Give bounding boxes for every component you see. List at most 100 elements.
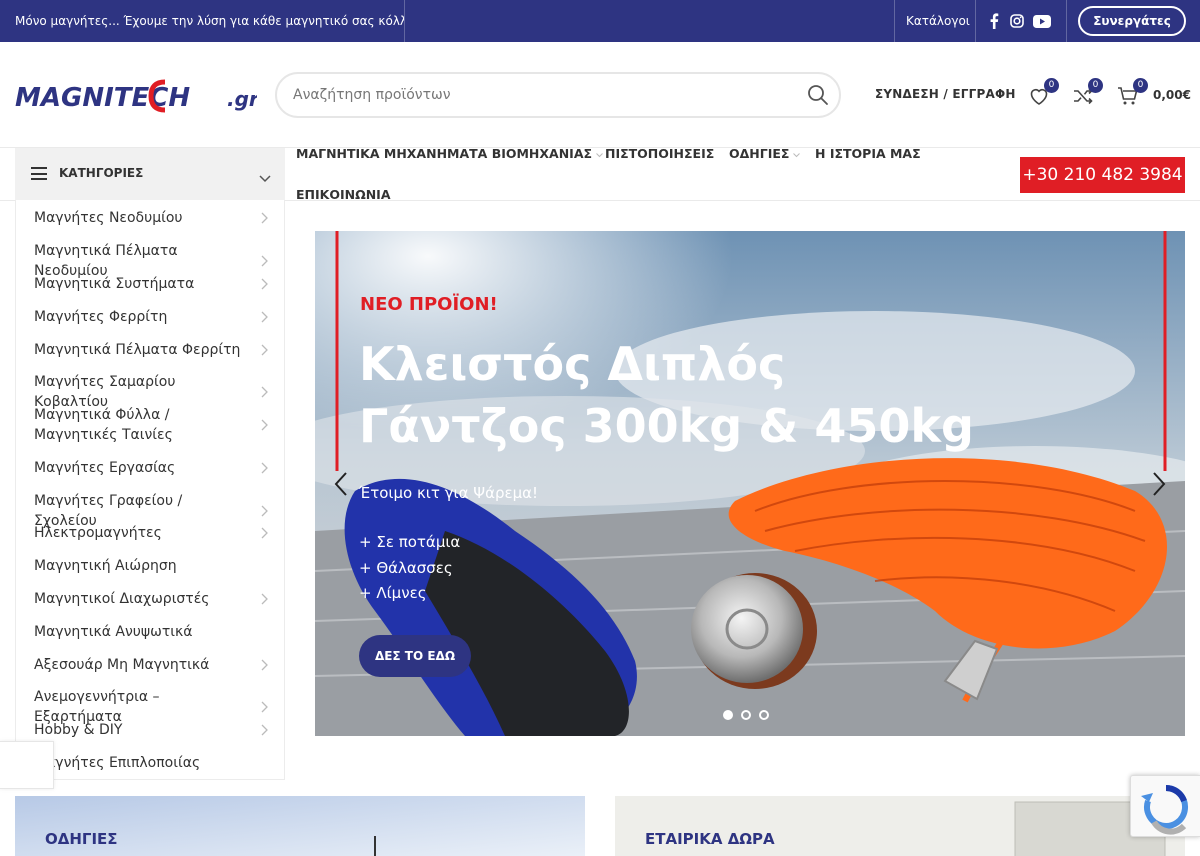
category-label: Hobby & DIY: [34, 722, 123, 738]
recaptcha-icon: [1141, 785, 1188, 835]
category-label: Μαγνήτες Εργασίας: [34, 460, 176, 476]
category-label: Αξεσουάρ Μη Μαγνητικά: [34, 657, 210, 673]
menu-icon: [31, 167, 47, 180]
nav-item-contact[interactable]: ΕΠΙΚΟΙΝΩΝΙΑ: [296, 187, 391, 202]
promo-text: Μόνο μαγνήτες... Έχουμε την λύση για κάθ…: [0, 0, 405, 42]
chevron-left-icon[interactable]: [333, 471, 349, 497]
categories-title: ΚΑΤΗΓΟΡΙΕΣ: [59, 166, 144, 180]
chevron-right-icon: [261, 419, 268, 431]
hero-subtitle: Έτοιμο κιτ για Ψάρεμα!: [359, 484, 539, 502]
category-item[interactable]: Μαγνητικά Ανυψωτικά: [16, 622, 284, 642]
slider-dot[interactable]: [723, 710, 733, 720]
category-item[interactable]: Μαγνητική Αιώρηση: [16, 556, 284, 576]
category-item[interactable]: Ηλεκτρομαγνήτες: [16, 523, 284, 543]
category-label: Μαγνητικά Συστήματα: [34, 276, 195, 292]
wishlist-button[interactable]: 0: [1027, 78, 1059, 108]
login-register-link[interactable]: ΣΥΝΔΕΣΗ / ΕΓΓΡΑΦΗ: [875, 87, 1016, 101]
nav-label: ΜΑΓΝΗΤΙΚΑ ΜΗΧΑΝΗΜΑΤΑ ΒΙΟΜΗΧΑΝΙΑΣ: [296, 146, 593, 161]
category-label: Μαγνήτες Φερρίτη: [34, 309, 168, 325]
category-label: Μαγνητικά Φύλλα / Μαγνητικές Ταινίες: [34, 407, 173, 443]
side-widget[interactable]: [0, 741, 54, 789]
nav-item-machines[interactable]: ΜΑΓΝΗΤΙΚΑ ΜΗΧΑΝΗΜΑΤΑ ΒΙΟΜΗΧΑΝΙΑΣ: [296, 146, 603, 161]
nav-item-certifications[interactable]: ΠΙΣΤΟΠΟΙΗΣΕΙΣ: [605, 146, 714, 161]
logo-suffix: .gr: [227, 87, 257, 111]
slider-dot[interactable]: [741, 710, 751, 720]
youtube-icon[interactable]: [1033, 12, 1051, 30]
nav-label: ΟΔΗΓΙΕΣ: [729, 146, 790, 161]
cart-total[interactable]: 0,00€: [1153, 88, 1191, 102]
chevron-right-icon: [261, 212, 268, 224]
hero-bullet: + Σε ποτάμια: [359, 533, 461, 551]
divider: [1066, 0, 1067, 42]
category-label: Μαγνήτες Νεοδυμίου: [34, 210, 183, 226]
corporate-gifts-banner[interactable]: ΕΤΑΙΡΙΚΑ ΔΩΡΑ: [615, 796, 1185, 856]
categories-toggle[interactable]: ΚΑΤΗΓΟΡΙΕΣ: [15, 148, 285, 200]
category-item[interactable]: Αξεσουάρ Μη Μαγνητικά: [16, 655, 284, 675]
divider: [975, 0, 976, 42]
hero-bullet: + Λίμνες: [359, 584, 427, 602]
category-item[interactable]: Μαγνητικά Συστήματα: [16, 274, 284, 294]
search-icon[interactable]: [807, 84, 829, 106]
category-item[interactable]: Μαγνήτες Εργασίας: [16, 458, 284, 478]
category-label: Μαγνητικοί Διαχωριστές: [34, 591, 210, 607]
guides-banner[interactable]: ΟΔΗΓΙΕΣ: [15, 796, 585, 856]
hero-headline-line: Γάντζος 300kg & 450kg: [359, 399, 974, 453]
wishlist-count-badge: 0: [1044, 78, 1059, 93]
category-item[interactable]: Μαγνητικά Πέλματα Φερρίτη: [16, 340, 284, 360]
category-label: Μαγνητικά Ανυψωτικά: [34, 624, 193, 640]
chevron-down-icon: [793, 152, 801, 157]
hero-bullet: + Θάλασσες: [359, 558, 453, 577]
chevron-right-icon: [261, 278, 268, 290]
chevron-right-icon: [261, 724, 268, 736]
hero-tag: ΝΕΟ ΠΡΟΪΟΝ!: [360, 294, 498, 315]
hero-bullets: + Σε ποτάμια + Θάλασσες + Λίμνες: [359, 530, 460, 607]
partners-button[interactable]: Συνεργάτες: [1078, 6, 1186, 36]
hero-headline: Κλειστός Διπλός Γάντζος 300kg & 450kg: [359, 333, 1059, 457]
search-input[interactable]: [293, 74, 793, 116]
site-logo[interactable]: MAGNITECH .gr: [15, 74, 260, 118]
chevron-right-icon: [261, 255, 268, 267]
top-bar: Μόνο μαγνήτες... Έχουμε την λύση για κάθ…: [0, 0, 1200, 42]
chevron-down-icon: [259, 168, 271, 183]
hero-headline-line: Κλειστός Διπλός: [359, 337, 786, 391]
chevron-right-icon: [261, 659, 268, 671]
category-item[interactable]: Μαγνητικοί Διαχωριστές: [16, 589, 284, 609]
banner-label: ΕΤΑΙΡΙΚΑ ΔΩΡΑ: [645, 830, 775, 848]
chevron-right-icon: [261, 527, 268, 539]
search-box: [275, 72, 841, 118]
cart-count-badge: 0: [1133, 78, 1148, 93]
chevron-right-icon: [261, 344, 268, 356]
nav-item-our-story[interactable]: Η ΙΣΤΟΡΙΑ ΜΑΣ: [815, 146, 921, 161]
slider-dots: [723, 710, 769, 720]
chevron-right-icon[interactable]: [1151, 471, 1167, 497]
hero-cta-button[interactable]: ΔΕΣ ΤΟ ΕΔΩ: [359, 635, 471, 677]
slider-dot[interactable]: [759, 710, 769, 720]
chevron-right-icon: [261, 505, 268, 517]
instagram-icon[interactable]: [1008, 12, 1026, 30]
categories-list: Μαγνήτες Νεοδυμίου Μαγνητικά Πέλματα Νεο…: [15, 200, 285, 780]
category-label: Ηλεκτρομαγνήτες: [34, 525, 162, 541]
phone-button[interactable]: +30 210 482 3984: [1020, 157, 1185, 193]
category-label: Μαγνήτες Επιπλοποιίας: [34, 755, 201, 771]
chevron-right-icon: [261, 462, 268, 474]
compare-count-badge: 0: [1088, 78, 1103, 93]
chevron-right-icon: [261, 593, 268, 605]
catalogs-link[interactable]: Κατάλογοι: [906, 0, 970, 42]
category-item[interactable]: Μαγνήτες Νεοδυμίου: [16, 208, 284, 228]
divider: [894, 0, 895, 42]
category-label: Μαγνητικά Πέλματα Φερρίτη: [34, 342, 241, 358]
compare-button[interactable]: 0: [1071, 78, 1103, 108]
chevron-right-icon: [261, 701, 268, 713]
cart-button[interactable]: 0: [1116, 78, 1148, 108]
category-item[interactable]: Μαγνητικά Φύλλα / Μαγνητικές Ταινίες: [16, 405, 284, 445]
category-item[interactable]: Μαγνήτες Φερρίτη: [16, 307, 284, 327]
category-item[interactable]: Μαγνήτες Επιπλοποιίας: [16, 753, 284, 773]
nav-item-guides[interactable]: ΟΔΗΓΙΕΣ: [729, 146, 801, 161]
hero-slider: ΝΕΟ ΠΡΟΪΟΝ! Κλειστός Διπλός Γάντζος 300k…: [315, 231, 1185, 736]
category-label: Μαγνητική Αιώρηση: [34, 558, 177, 574]
facebook-icon[interactable]: [985, 12, 1003, 30]
recaptcha-badge[interactable]: [1130, 775, 1200, 837]
chevron-right-icon: [261, 311, 268, 323]
chevron-down-icon: [596, 152, 603, 157]
category-item[interactable]: Hobby & DIY: [16, 720, 284, 740]
